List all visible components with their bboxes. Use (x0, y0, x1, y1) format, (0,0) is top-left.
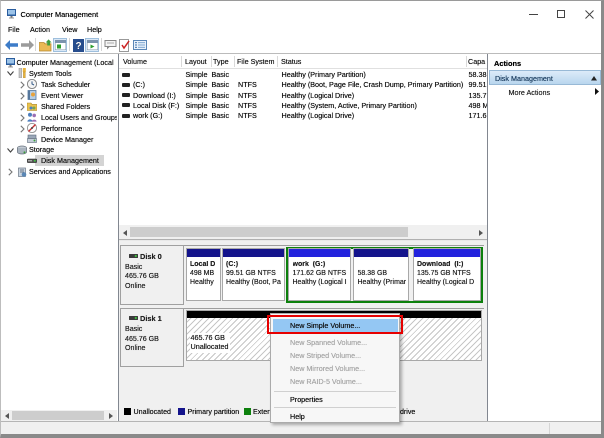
svg-text:?: ? (75, 41, 81, 52)
